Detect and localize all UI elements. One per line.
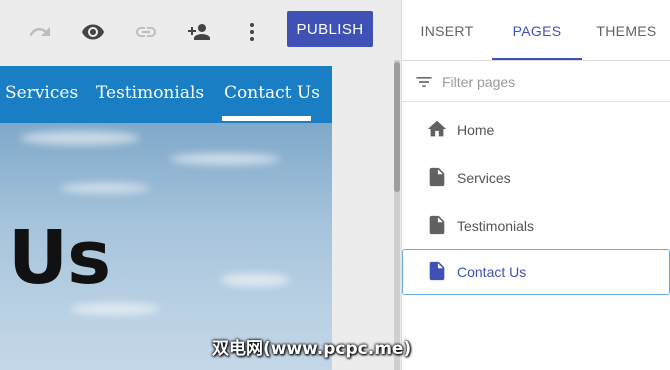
panel-tabs: INSERT PAGES THEMES	[402, 0, 670, 61]
filter-pages-input[interactable]	[442, 71, 652, 93]
editor-toolbar: PUBLISH	[0, 0, 401, 62]
share-button[interactable]	[185, 18, 213, 46]
page-item-services[interactable]: Services	[402, 155, 670, 201]
page-item-home[interactable]: Home	[402, 107, 670, 153]
hero-section[interactable]: Us	[0, 123, 332, 370]
site-nav-services[interactable]: Services	[5, 83, 78, 103]
site-navigation: Services Testimonials Contact Us	[0, 66, 332, 123]
site-preview-canvas[interactable]: Services Testimonials Contact Us Us	[0, 66, 332, 370]
more-options-button[interactable]	[238, 18, 266, 46]
publish-button[interactable]: PUBLISH	[287, 11, 373, 47]
site-nav-testimonials[interactable]: Testimonials	[96, 83, 204, 103]
active-nav-underline	[222, 116, 311, 121]
site-nav-contact-us[interactable]: Contact Us	[224, 83, 320, 103]
page-item-contact-us[interactable]: Contact Us	[402, 249, 670, 295]
watermark-text: 双电网(www.pcpc.me)	[212, 339, 412, 359]
add-person-icon	[188, 24, 210, 40]
filter-bar	[402, 62, 670, 102]
page-icon	[429, 167, 445, 187]
cloud-decoration	[170, 153, 280, 165]
hero-title: Us	[8, 215, 111, 301]
home-icon	[427, 120, 447, 137]
editor-area: PUBLISH Services Testimonials Contact Us…	[0, 0, 401, 370]
page-item-label: Contact Us	[457, 264, 527, 280]
link-icon	[136, 27, 156, 37]
page-item-label: Services	[457, 170, 511, 186]
tab-insert[interactable]: INSERT	[402, 0, 492, 61]
page-item-testimonials[interactable]: Testimonials	[402, 203, 670, 249]
tab-themes[interactable]: THEMES	[582, 0, 670, 61]
insert-link-button[interactable]	[132, 18, 160, 46]
more-vert-icon	[250, 23, 254, 41]
preview-icon	[82, 24, 104, 40]
redo-button[interactable]	[26, 18, 54, 46]
cloud-decoration	[20, 131, 140, 145]
editor-scrollbar-thumb[interactable]	[394, 62, 400, 192]
cloud-decoration	[70, 303, 160, 315]
cloud-decoration	[220, 273, 290, 287]
page-icon	[429, 261, 445, 281]
side-panel: INSERT PAGES THEMES Home Services Testim…	[401, 0, 670, 370]
page-icon	[429, 215, 445, 235]
page-item-label: Testimonials	[457, 218, 535, 234]
active-tab-indicator	[492, 58, 582, 60]
preview-button[interactable]	[79, 18, 107, 46]
cloud-decoration	[60, 183, 150, 193]
filter-icon	[416, 77, 432, 87]
page-item-label: Home	[457, 122, 495, 138]
redo-icon	[29, 27, 50, 36]
tab-pages[interactable]: PAGES	[492, 0, 582, 61]
